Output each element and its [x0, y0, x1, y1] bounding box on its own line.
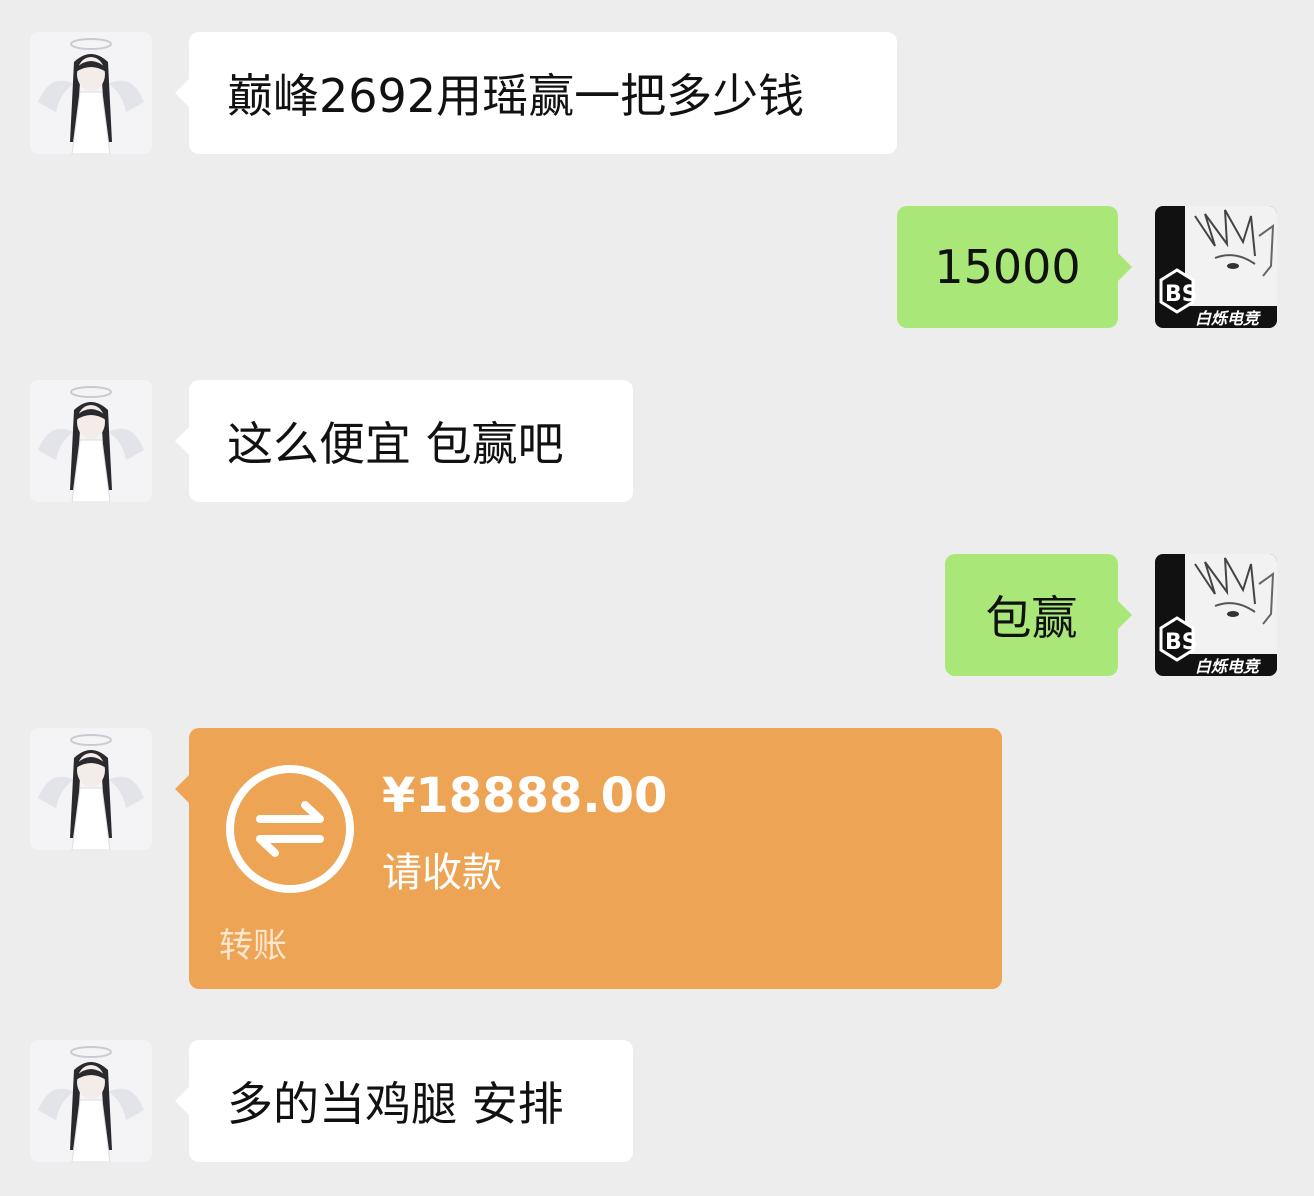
message-bubble-incoming[interactable]: 多的当鸡腿 安排: [175, 1040, 633, 1162]
transfer-label: 转账: [219, 926, 287, 966]
message-text: 15000: [934, 240, 1081, 294]
self-avatar[interactable]: [1155, 554, 1277, 676]
message-text: 这么便宜 包赢吧: [227, 417, 564, 471]
message-text: 包赢: [985, 591, 1078, 645]
transfer-card[interactable]: ¥18888.00 请收款 转账: [175, 728, 1002, 989]
contact-avatar[interactable]: [30, 32, 152, 154]
bs-esports-avatar-icon: [1155, 206, 1277, 328]
angel-girl-avatar-icon: [30, 1040, 152, 1162]
angel-girl-avatar-icon: [30, 380, 152, 502]
message-bubble-incoming[interactable]: 这么便宜 包赢吧: [175, 380, 633, 502]
contact-avatar[interactable]: [30, 380, 152, 502]
angel-girl-avatar-icon: [30, 728, 152, 850]
message-text: 巅峰2692用瑶赢一把多少钱: [227, 69, 805, 123]
bs-esports-avatar-icon: [1155, 554, 1277, 676]
transfer-arrows-icon: [226, 765, 354, 893]
angel-girl-avatar-icon: [30, 32, 152, 154]
message-text: 多的当鸡腿 安排: [227, 1077, 564, 1131]
contact-avatar[interactable]: [30, 1040, 152, 1162]
transfer-status: 请收款: [382, 850, 502, 896]
message-bubble-incoming[interactable]: 巅峰2692用瑶赢一把多少钱: [175, 32, 897, 154]
self-avatar[interactable]: [1155, 206, 1277, 328]
message-bubble-outgoing[interactable]: 包赢: [945, 554, 1132, 676]
message-bubble-outgoing[interactable]: 15000: [897, 206, 1132, 328]
transfer-amount: ¥18888.00: [382, 768, 668, 824]
contact-avatar[interactable]: [30, 728, 152, 850]
